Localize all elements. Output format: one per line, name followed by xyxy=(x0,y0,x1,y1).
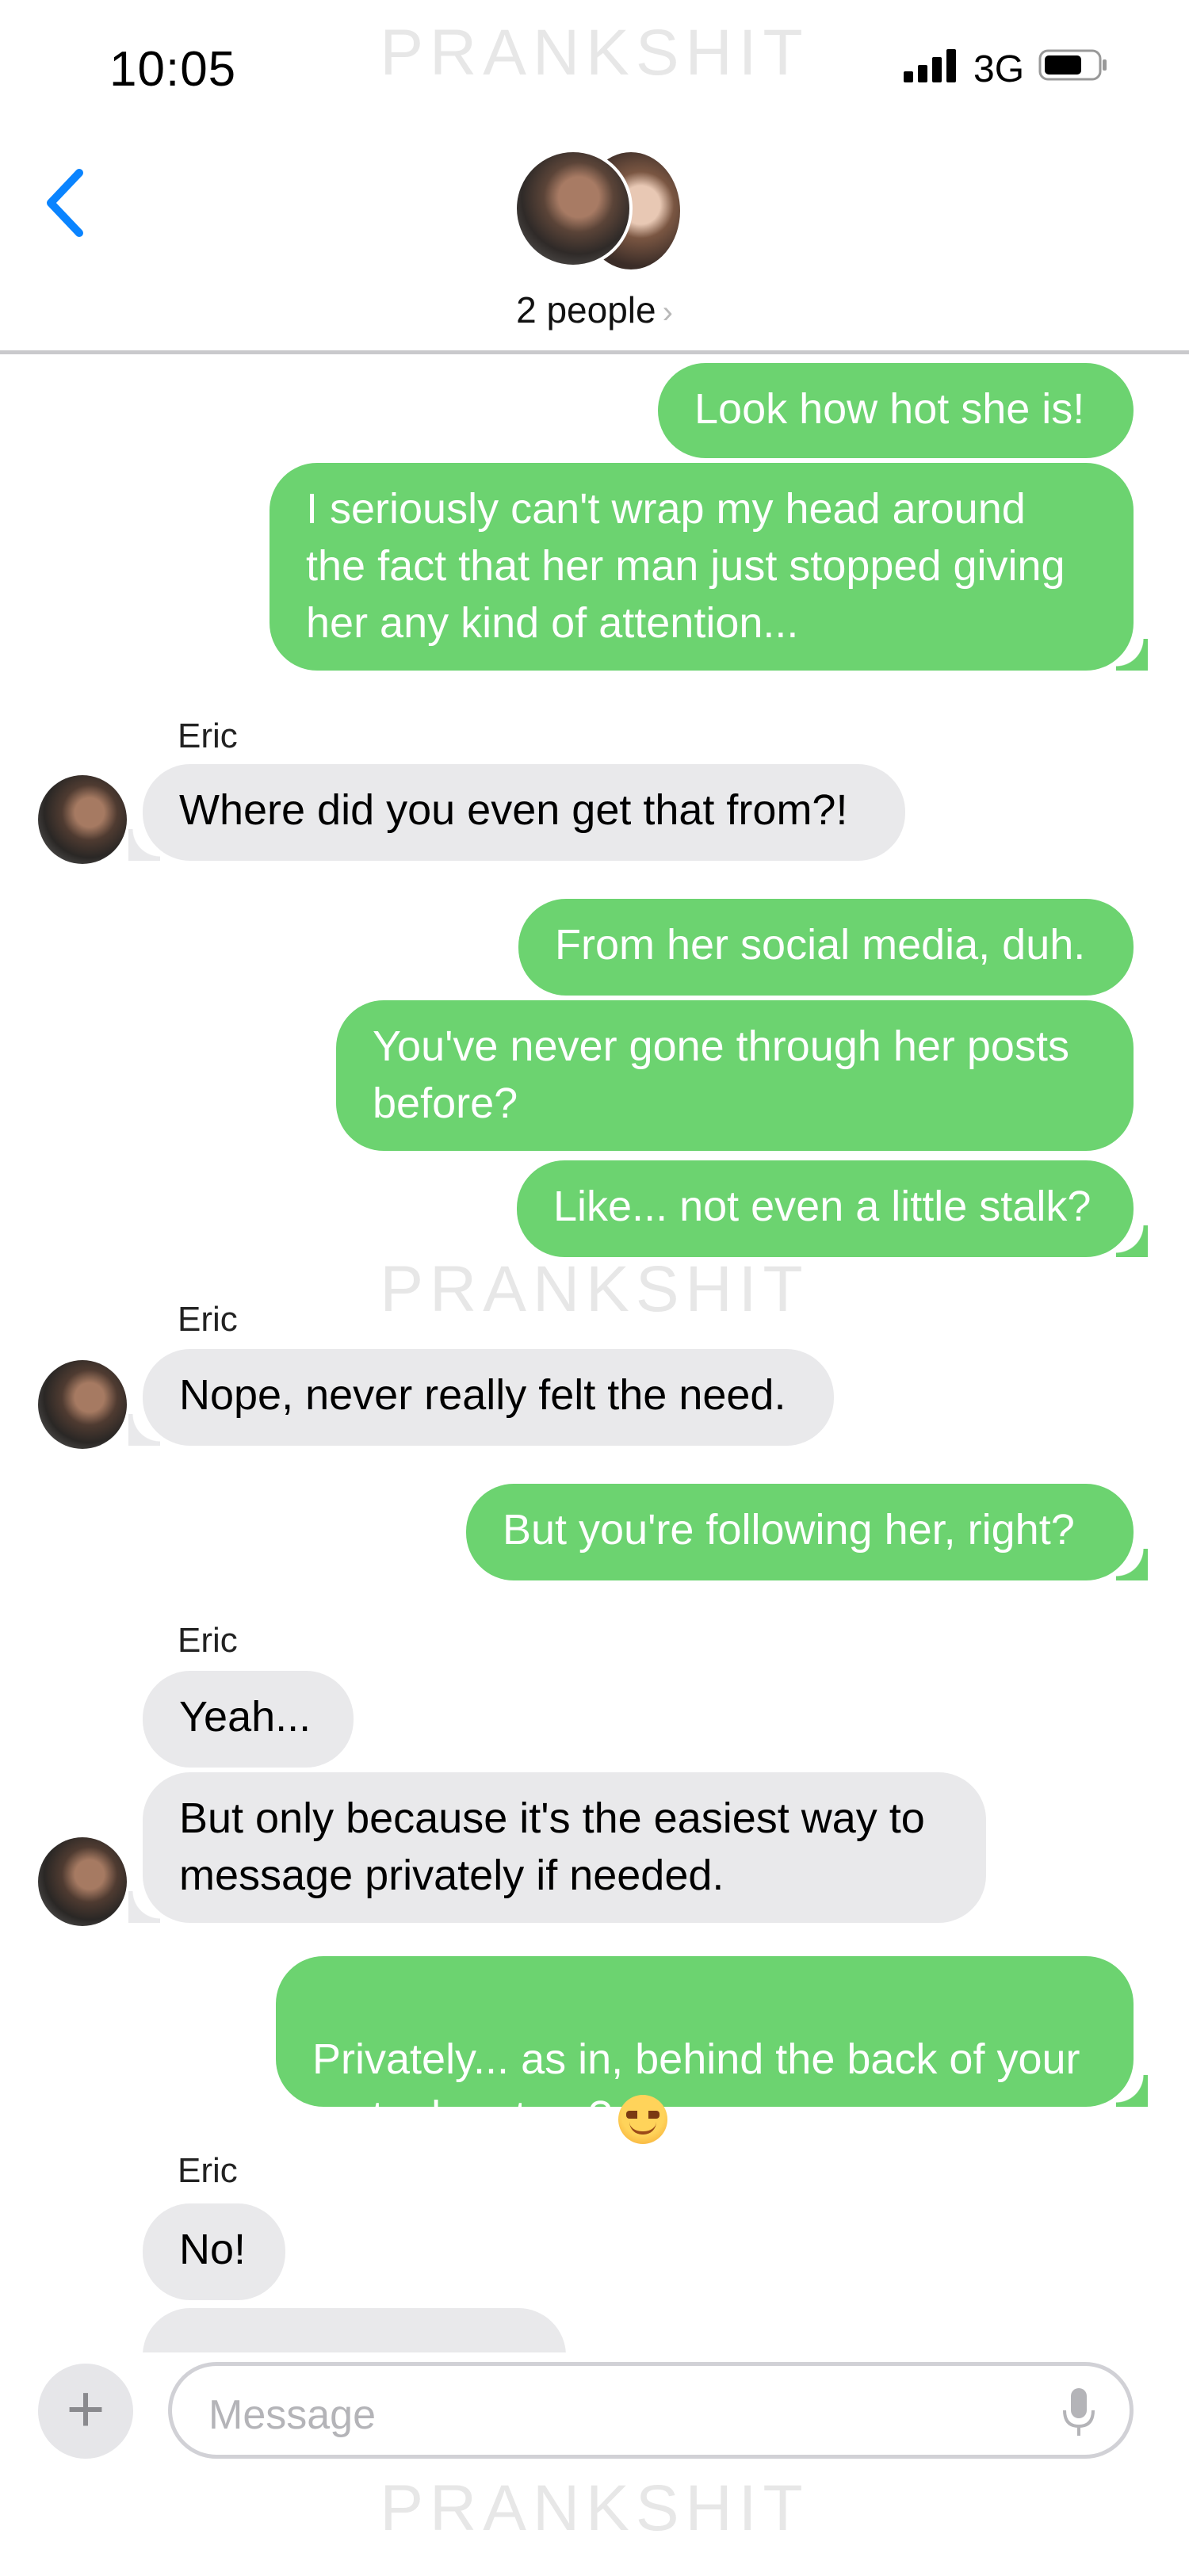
group-title-label: 2 people xyxy=(516,289,656,331)
sender-name: Eric xyxy=(178,1300,238,1339)
message-outgoing[interactable]: From her social media, duh. xyxy=(518,899,1134,996)
avatar-eric xyxy=(514,149,633,268)
message-outgoing[interactable]: You've never gone through her posts befo… xyxy=(336,1000,1134,1151)
contact-avatar[interactable] xyxy=(38,1837,127,1926)
message-outgoing[interactable]: I seriously can't wrap my head around th… xyxy=(270,463,1148,671)
message-placeholder: Message xyxy=(208,2392,376,2438)
sender-name: Eric xyxy=(178,1621,238,1660)
contact-avatar[interactable] xyxy=(38,775,127,864)
contact-avatar[interactable] xyxy=(38,1360,127,1449)
message-incoming[interactable]: Yeah... xyxy=(143,1671,354,1768)
header-divider xyxy=(0,350,1189,354)
add-attachment-button[interactable]: + xyxy=(38,2364,133,2459)
message-text: Privately... as in, behind the back of y… xyxy=(312,2035,1080,2140)
back-chevron-icon[interactable] xyxy=(41,165,89,241)
message-outgoing[interactable]: But you're following her, right? xyxy=(466,1484,1148,1580)
group-avatar[interactable] xyxy=(514,149,682,274)
sender-name: Eric xyxy=(178,2151,238,2190)
network-label: 3G xyxy=(973,48,1025,90)
group-title[interactable]: 2 people › xyxy=(0,289,1189,331)
watermark-bottom: PRANKSHIT xyxy=(380,2472,809,2544)
message-input[interactable]: Message xyxy=(168,2362,1134,2459)
relieved-face-emoji-icon xyxy=(618,2094,668,2144)
message-incoming[interactable]: Nope, never really felt the need. xyxy=(128,1349,834,1446)
signal-icon xyxy=(904,49,956,82)
sender-name: Eric xyxy=(178,717,238,755)
chevron-right-icon: › xyxy=(662,295,673,330)
message-outgoing[interactable]: Like... not even a little stalk? xyxy=(517,1160,1148,1257)
message-outgoing[interactable]: Privately... as in, behind the back of y… xyxy=(276,1956,1148,2144)
battery-icon xyxy=(1038,49,1107,81)
message-incoming[interactable]: Where did you even get that from?! xyxy=(128,764,905,861)
message-incoming[interactable]: No! xyxy=(143,2203,285,2300)
message-outgoing[interactable]: Look how hot she is! xyxy=(658,363,1134,458)
microphone-icon[interactable] xyxy=(1061,2387,1096,2439)
message-incoming[interactable]: But only because it's the easiest way to… xyxy=(128,1772,986,1923)
